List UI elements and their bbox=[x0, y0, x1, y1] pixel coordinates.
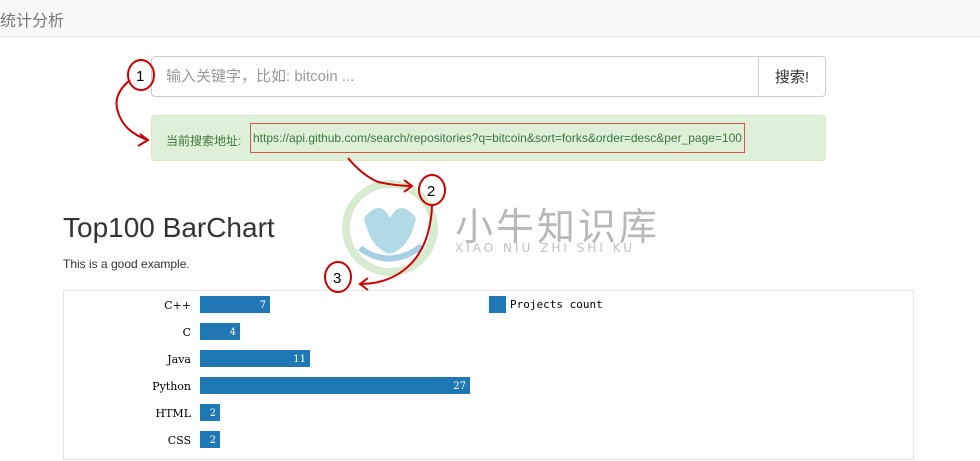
search-input[interactable] bbox=[151, 56, 759, 97]
bar-value-label: 4 bbox=[230, 327, 236, 338]
bar-value-label: 2 bbox=[210, 408, 216, 419]
chart-subtitle: This is a good example. bbox=[63, 257, 190, 271]
bar-value-label: 11 bbox=[293, 354, 306, 365]
bar-value-label: 27 bbox=[453, 381, 466, 392]
category-label: HTML bbox=[156, 407, 192, 420]
bar-chart: C++ 7 C 4 Java 11 Python 27 HTML 2 CSS 2 Projects co… bbox=[63, 290, 914, 460]
chart-title: Top100 BarChart bbox=[63, 212, 275, 243]
search-url-value: https://api.github.com/search/repositori… bbox=[250, 123, 745, 153]
bar-value-label: 7 bbox=[260, 300, 266, 311]
search-button[interactable]: 搜索! bbox=[758, 56, 826, 97]
category-label: Java bbox=[166, 353, 191, 366]
legend-swatch bbox=[489, 296, 506, 313]
legend-label: Projects count bbox=[510, 298, 603, 311]
annotation-arrow-1 bbox=[115, 79, 149, 141]
annotation-number-1: 1 bbox=[136, 68, 144, 85]
category-label: CSS bbox=[168, 434, 191, 447]
category-label: C bbox=[183, 326, 191, 339]
search-group: 搜索! bbox=[151, 56, 826, 97]
bar-python bbox=[200, 377, 470, 394]
bar-chart-svg: C++ 7 C 4 Java 11 Python 27 HTML 2 CSS 2 Projects co… bbox=[152, 296, 603, 448]
category-label: Python bbox=[152, 380, 191, 393]
search-url-alert: 当前搜索地址: https://api.github.com/search/re… bbox=[151, 115, 826, 161]
navbar-brand[interactable]: 统计分析 bbox=[0, 7, 64, 31]
search-url-label: 当前搜索地址: bbox=[166, 134, 242, 148]
watermark-subtitle: XIAO NIU ZHI SHI KU bbox=[455, 241, 636, 255]
watermark-logo-icon bbox=[342, 180, 438, 276]
navbar: 统计分析 bbox=[0, 0, 980, 37]
bar-value-label: 2 bbox=[210, 435, 216, 446]
category-label: C++ bbox=[164, 299, 191, 312]
